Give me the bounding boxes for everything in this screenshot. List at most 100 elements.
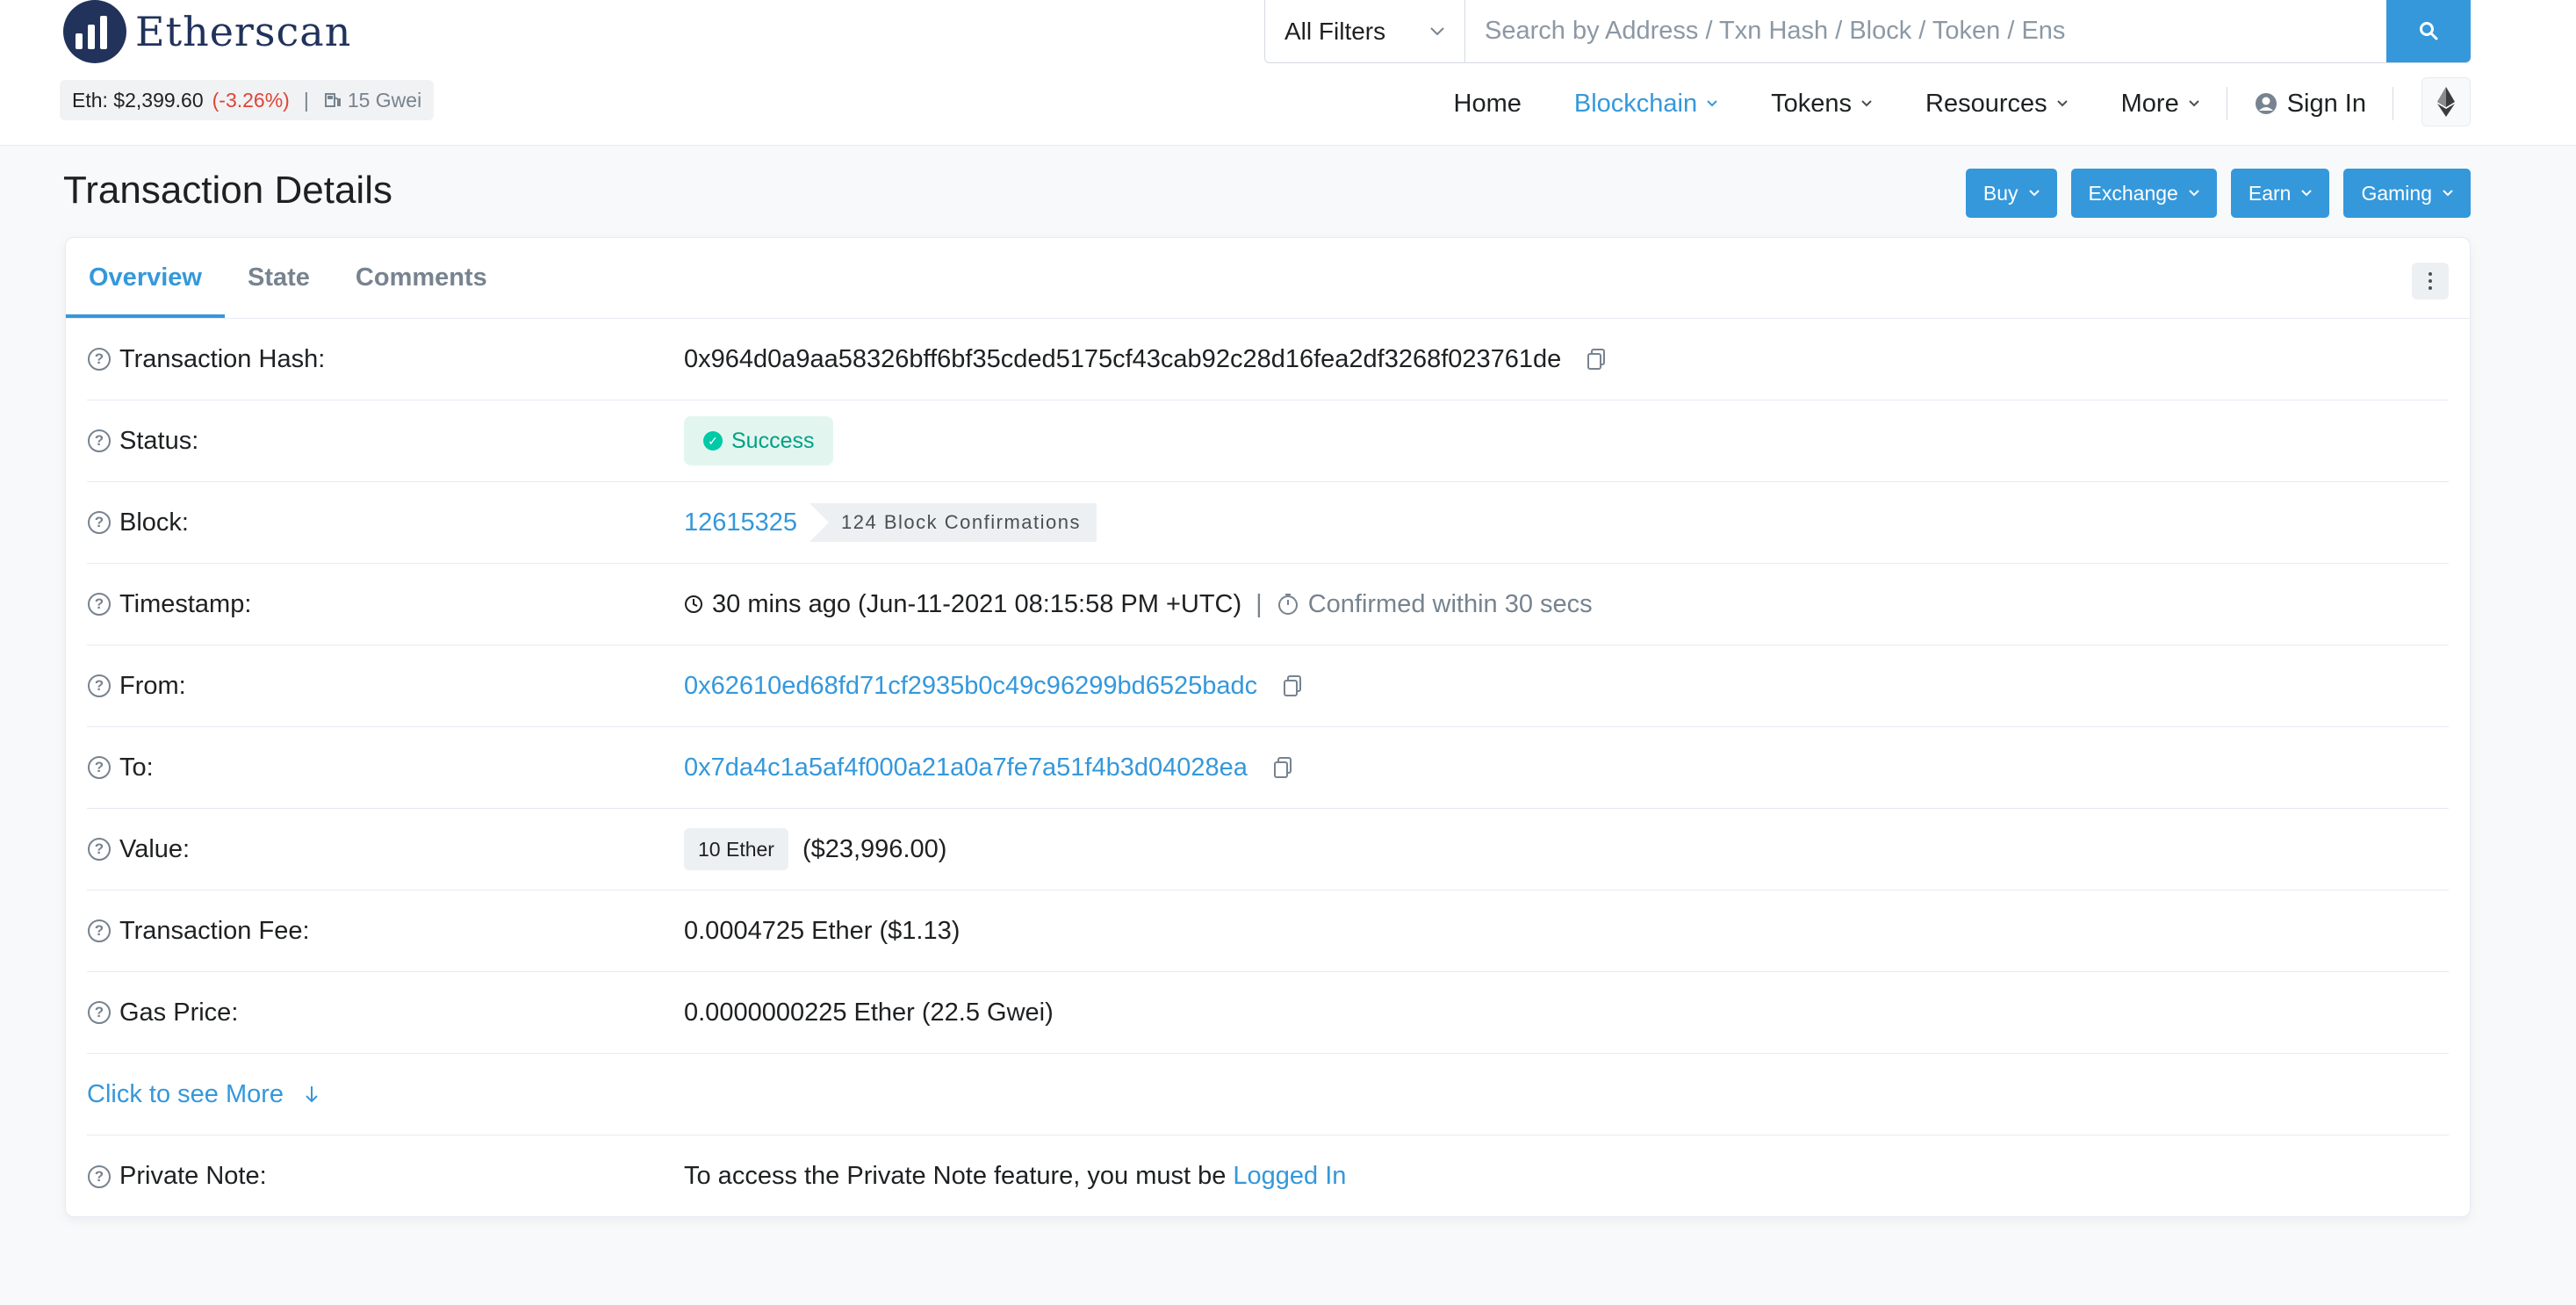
more-options-icon xyxy=(2428,272,2432,276)
value-ether-badge: 10 Ether xyxy=(684,828,788,870)
chevron-down-icon xyxy=(2056,100,2068,107)
status-text: Success xyxy=(731,428,815,453)
buy-label: Buy xyxy=(1982,181,2018,205)
chevron-down-icon xyxy=(1430,26,1444,35)
help-icon[interactable]: ? xyxy=(88,429,111,452)
clock-icon xyxy=(685,595,702,613)
details-list: ? Transaction Hash: 0x964d0a9aa58326bff6… xyxy=(66,319,2470,1217)
chevron-down-icon xyxy=(2188,100,2199,107)
nav-more-label: More xyxy=(2120,89,2179,118)
row-value: ? Value: 10 Ether ($23,996.00) xyxy=(87,809,2449,890)
nav-home-label: Home xyxy=(1453,89,1522,118)
logo-text: Etherscan xyxy=(135,8,352,55)
user-circle-icon xyxy=(2255,93,2277,114)
confirmed-within-text: Confirmed within 30 secs xyxy=(1307,589,1593,618)
earn-button[interactable]: Earn xyxy=(2230,169,2330,218)
row-status: ? Status: ✓ Success xyxy=(87,400,2449,482)
ethereum-icon xyxy=(2437,87,2455,117)
sponsor-buttons: Buy Exchange Earn Gaming xyxy=(1965,169,2471,218)
stopwatch-icon xyxy=(1277,594,1298,615)
block-number-link[interactable]: 12615325 xyxy=(684,508,797,537)
row-timestamp: ? Timestamp: 30 mins ago (Jun-11-2021 08… xyxy=(87,564,2449,645)
nav-more[interactable]: More xyxy=(2095,90,2227,119)
chevron-down-icon xyxy=(1861,100,1872,107)
copy-icon[interactable] xyxy=(1280,673,1306,699)
nav-tokens-label: Tokens xyxy=(1771,89,1852,118)
help-icon[interactable]: ? xyxy=(88,1001,111,1024)
row-label: Timestamp: xyxy=(119,589,252,618)
eth-price: Eth: $2,399.60 xyxy=(72,88,204,112)
tab-comments[interactable]: Comments xyxy=(333,238,510,318)
network-switch-button[interactable] xyxy=(2421,77,2471,126)
row-label: Transaction Fee: xyxy=(119,916,310,945)
search-filter-select[interactable]: All Filters xyxy=(1265,0,1465,62)
help-icon[interactable]: ? xyxy=(88,756,111,779)
row-gas-price: ? Gas Price: 0.0000000225 Ether (22.5 Gw… xyxy=(87,972,2449,1054)
row-transaction-fee: ? Transaction Fee: 0.0004725 Ether ($1.1… xyxy=(87,890,2449,972)
help-icon[interactable]: ? xyxy=(88,919,111,942)
transaction-fee-value: 0.0004725 Ether ($1.13) xyxy=(684,916,961,945)
earn-label: Earn xyxy=(2248,181,2292,205)
search-icon xyxy=(2420,22,2438,40)
row-transaction-hash: ? Transaction Hash: 0x964d0a9aa58326bff6… xyxy=(87,319,2449,400)
gaming-label: Gaming xyxy=(2361,181,2432,205)
buy-button[interactable]: Buy xyxy=(1965,169,2057,218)
tab-overview[interactable]: Overview xyxy=(66,238,225,318)
help-icon[interactable]: ? xyxy=(88,1164,111,1188)
help-icon[interactable]: ? xyxy=(88,838,111,861)
gaming-button[interactable]: Gaming xyxy=(2343,169,2471,218)
nav-resources-label: Resources xyxy=(1925,89,2047,118)
to-address-link[interactable]: 0x7da4c1a5af4f000a21a0a7fe7a51f4b3d04028… xyxy=(684,753,1248,782)
tab-state[interactable]: State xyxy=(225,238,333,318)
see-more-link[interactable]: Click to see More xyxy=(87,1080,320,1109)
check-circle-icon: ✓ xyxy=(703,431,723,451)
nav-resources[interactable]: Resources xyxy=(1899,90,2095,119)
transaction-hash-value: 0x964d0a9aa58326bff6bf35cded5175cf43cab9… xyxy=(684,344,1562,373)
status-badge: ✓ Success xyxy=(684,416,834,465)
row-to: ? To: 0x7da4c1a5af4f000a21a0a7fe7a51f4b3… xyxy=(87,727,2449,809)
chevron-down-icon xyxy=(2028,190,2040,197)
tab-bar: Overview State Comments xyxy=(66,238,2470,319)
confirmations-badge: 124 Block Confirmations xyxy=(809,503,1097,542)
chevron-down-icon xyxy=(1707,100,1717,107)
main-nav: Home Blockchain Tokens Resources More Si… xyxy=(1428,77,2393,130)
private-note-text: To access the Private Note feature, you … xyxy=(684,1162,1227,1190)
help-icon[interactable]: ? xyxy=(88,593,111,616)
eth-price-ticker: Eth: $2,399.60 (-3.26%) | 15 Gwei xyxy=(60,80,435,120)
gas-price-indicator[interactable]: 15 Gwei xyxy=(323,89,421,112)
sign-in-link[interactable]: Sign In xyxy=(2227,90,2393,119)
copy-icon[interactable] xyxy=(1270,754,1297,781)
eth-price-change: (-3.26%) xyxy=(212,88,290,112)
help-icon[interactable]: ? xyxy=(88,674,111,697)
from-address-link[interactable]: 0x62610ed68fd71cf2935b0c49c96299bd6525ba… xyxy=(684,672,1257,701)
help-icon[interactable]: ? xyxy=(88,348,111,371)
chevron-down-icon xyxy=(2189,190,2199,197)
timestamp-value: 30 mins ago (Jun-11-2021 08:15:58 PM +UT… xyxy=(712,589,1242,618)
chevron-down-icon xyxy=(2443,190,2453,197)
gas-pump-icon xyxy=(324,93,341,107)
page-title: Transaction Details xyxy=(63,169,392,212)
copy-icon[interactable] xyxy=(1584,346,1610,372)
filter-label: All Filters xyxy=(1284,17,1386,45)
search-button[interactable] xyxy=(2386,0,2471,62)
row-label: Transaction Hash: xyxy=(119,344,326,373)
transaction-card: Overview State Comments ? Transaction Ha… xyxy=(65,237,2471,1217)
nav-tokens[interactable]: Tokens xyxy=(1745,90,1899,119)
help-icon[interactable]: ? xyxy=(88,511,111,534)
exchange-button[interactable]: Exchange xyxy=(2070,169,2217,218)
timestamp-separator: | xyxy=(1256,589,1263,618)
chevron-down-icon xyxy=(2301,190,2313,197)
row-see-more: Click to see More xyxy=(87,1054,2449,1136)
nav-blockchain[interactable]: Blockchain xyxy=(1548,90,1745,119)
logged-in-link[interactable]: Logged In xyxy=(1233,1162,1346,1191)
row-label: Status: xyxy=(119,426,199,455)
row-label: To: xyxy=(119,753,154,782)
nav-home[interactable]: Home xyxy=(1428,90,1548,119)
more-options-button[interactable] xyxy=(2412,263,2449,299)
etherscan-logo[interactable]: Etherscan xyxy=(63,0,351,63)
see-more-label: Click to see More xyxy=(87,1079,284,1108)
gas-value: 15 Gwei xyxy=(347,88,422,112)
row-label: From: xyxy=(119,671,186,700)
search-input[interactable] xyxy=(1465,0,2386,62)
row-from: ? From: 0x62610ed68fd71cf2935b0c49c96299… xyxy=(87,645,2449,727)
